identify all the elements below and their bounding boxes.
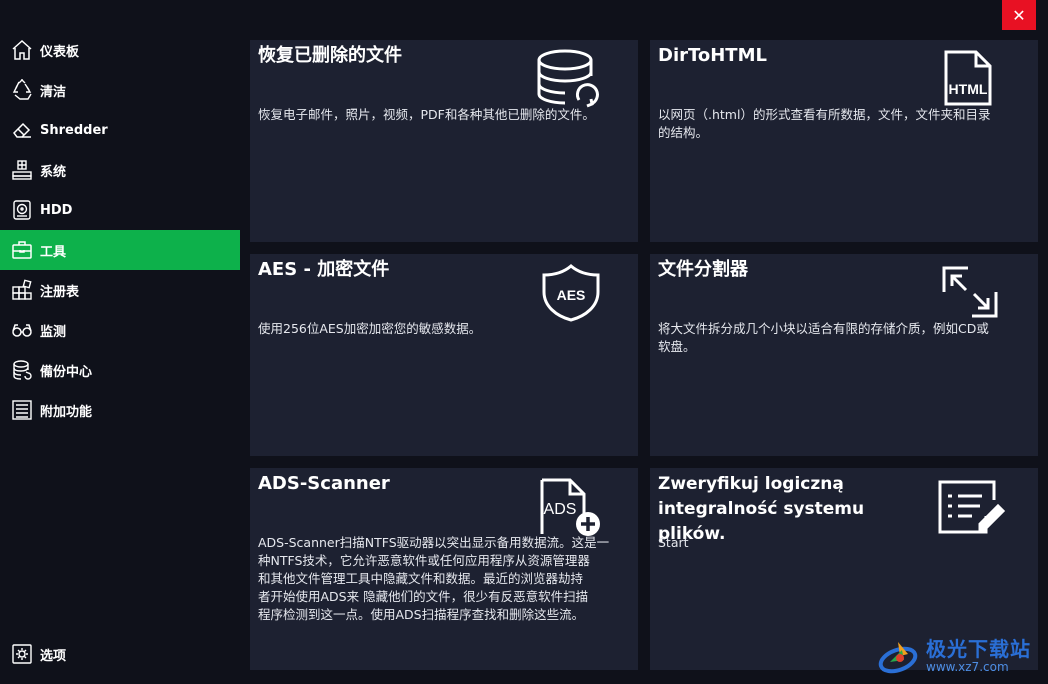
tile-ads-scanner[interactable]: ADS-Scanner ADS ADS-Scanner扫描NTFS驱动器以突出显… [250, 468, 638, 670]
checklist-edit-icon [936, 478, 1006, 538]
toolbox-icon [10, 238, 34, 262]
tile-description-line: ADS-Scanner扫描NTFS驱动器以突出显示备用数据流。这是一 [258, 535, 610, 550]
sidebar-item-label: 備份中心 [40, 364, 93, 380]
shield-aes-icon: AES [540, 264, 602, 326]
recycle-icon [10, 78, 34, 102]
sidebar-item-label: 监测 [40, 324, 67, 340]
tile-recover-files[interactable]: 恢复已删除的文件 恢复电子邮件，照片，视频，PDF和各种其他已删除的文件。 [250, 40, 638, 242]
svg-text:HTML: HTML [949, 81, 988, 97]
sidebar-item-registry[interactable]: 注册表 [0, 270, 240, 310]
watermark-logo-icon [878, 636, 922, 676]
hdd-icon [10, 198, 34, 222]
tile-title: 文件分割器 [658, 259, 748, 280]
sidebar-item-label: Shredder [40, 122, 108, 138]
sidebar-item-label: 系统 [40, 164, 67, 180]
sidebar-item-tools[interactable]: 工具 [0, 230, 240, 270]
sidebar-item-label: 注册表 [40, 284, 80, 300]
tile-description-line1: 将大文件拆分成几个小块以适合有限的存储介质，例如CD或 [658, 321, 989, 336]
svg-text:ADS: ADS [544, 501, 577, 518]
close-icon: ✕ [1012, 5, 1026, 25]
split-icon [942, 266, 998, 322]
list-icon [10, 398, 34, 422]
system-icon [10, 158, 34, 182]
watermark-url: www.xz7.com [926, 660, 1009, 674]
sidebar-item-label: 仪表板 [40, 44, 80, 60]
tile-title: DirToHTML [658, 45, 767, 66]
tile-description: 使用256位AES加密加密您的敏感数据。 [258, 321, 482, 336]
sidebar-item-label: 选项 [40, 648, 67, 664]
gear-icon [10, 642, 34, 666]
sidebar-item-label: 附加功能 [40, 404, 93, 420]
eraser-icon [10, 118, 34, 142]
close-button[interactable]: ✕ [1002, 0, 1036, 30]
sidebar-item-dashboard[interactable]: 仪表板 [0, 30, 240, 70]
tile-title-line1: Zweryfikuj logiczną [658, 474, 844, 494]
home-icon [10, 38, 34, 62]
tile-description-line: 种NTFS技术，它允许恶意软件或任何应用程序从资源管理器 [258, 553, 590, 568]
svg-text:AES: AES [557, 287, 586, 303]
sidebar-item-hdd[interactable]: HDD [0, 190, 240, 230]
tile-file-splitter[interactable]: 文件分割器 将大文件拆分成几个小块以适合有限的存储介质，例如CD或 软盘。 [650, 254, 1038, 456]
tile-title: ADS-Scanner [258, 473, 390, 494]
watermark-title: 极光下载站 [926, 637, 1031, 661]
sidebar-item-monitor[interactable]: 监测 [0, 310, 240, 350]
sidebar-item-label: HDD [40, 202, 73, 218]
tile-title: Zweryfikuj logiczną integralność systemu… [658, 472, 928, 547]
database-restore-icon [535, 48, 605, 112]
sidebar-item-backup[interactable]: 備份中心 [0, 350, 240, 390]
tile-dirtohtml[interactable]: DirToHTML HTML 以网页（.html）的形式查看有所数据，文件，文件… [650, 40, 1038, 242]
watermark: 极光下载站 www.xz7.com [878, 634, 1038, 678]
tile-description: 恢复电子邮件，照片，视频，PDF和各种其他已删除的文件。 [258, 107, 595, 122]
glasses-icon [10, 318, 34, 342]
tile-aes-encrypt[interactable]: AES - 加密文件 AES 使用256位AES加密加密您的敏感数据。 [250, 254, 638, 456]
database-icon [10, 358, 34, 382]
start-link[interactable]: Start [658, 534, 689, 552]
html-file-icon: HTML [942, 50, 994, 110]
sidebar-item-settings[interactable]: 选项 [0, 634, 240, 674]
tile-description-line2: 的结构。 [658, 125, 709, 140]
tile-description-line: 程序检测到这一点。使用ADS扫描程序查找和删除这些流。 [258, 607, 585, 622]
tile-description-line2: 软盘。 [658, 339, 696, 354]
tile-description-line: 者开始使用ADS来 隐藏他们的文件，很少有反恶意软件扫描 [258, 589, 589, 604]
sidebar-item-label: 工具 [40, 244, 67, 260]
sidebar: 仪表板 清洁 Shredder 系统 HDD 工具 注册表 监测 備份中心 附加… [0, 30, 240, 684]
tile-title: 恢复已删除的文件 [258, 45, 402, 66]
registry-icon [10, 278, 34, 302]
tile-title: AES - 加密文件 [258, 259, 390, 280]
sidebar-item-shredder[interactable]: Shredder [0, 110, 240, 150]
tile-description-line1: 以网页（.html）的形式查看有所数据，文件，文件夹和目录 [658, 107, 991, 122]
sidebar-item-system[interactable]: 系统 [0, 150, 240, 190]
sidebar-item-extras[interactable]: 附加功能 [0, 390, 240, 430]
sidebar-item-label: 清洁 [40, 84, 67, 100]
tile-description-line: 和其他文件管理工具中隐藏文件和数据。最近的浏览器劫持 [258, 571, 584, 586]
sidebar-item-clean[interactable]: 清洁 [0, 70, 240, 110]
tile-title-line2: integralność systemu plików. [658, 499, 865, 544]
